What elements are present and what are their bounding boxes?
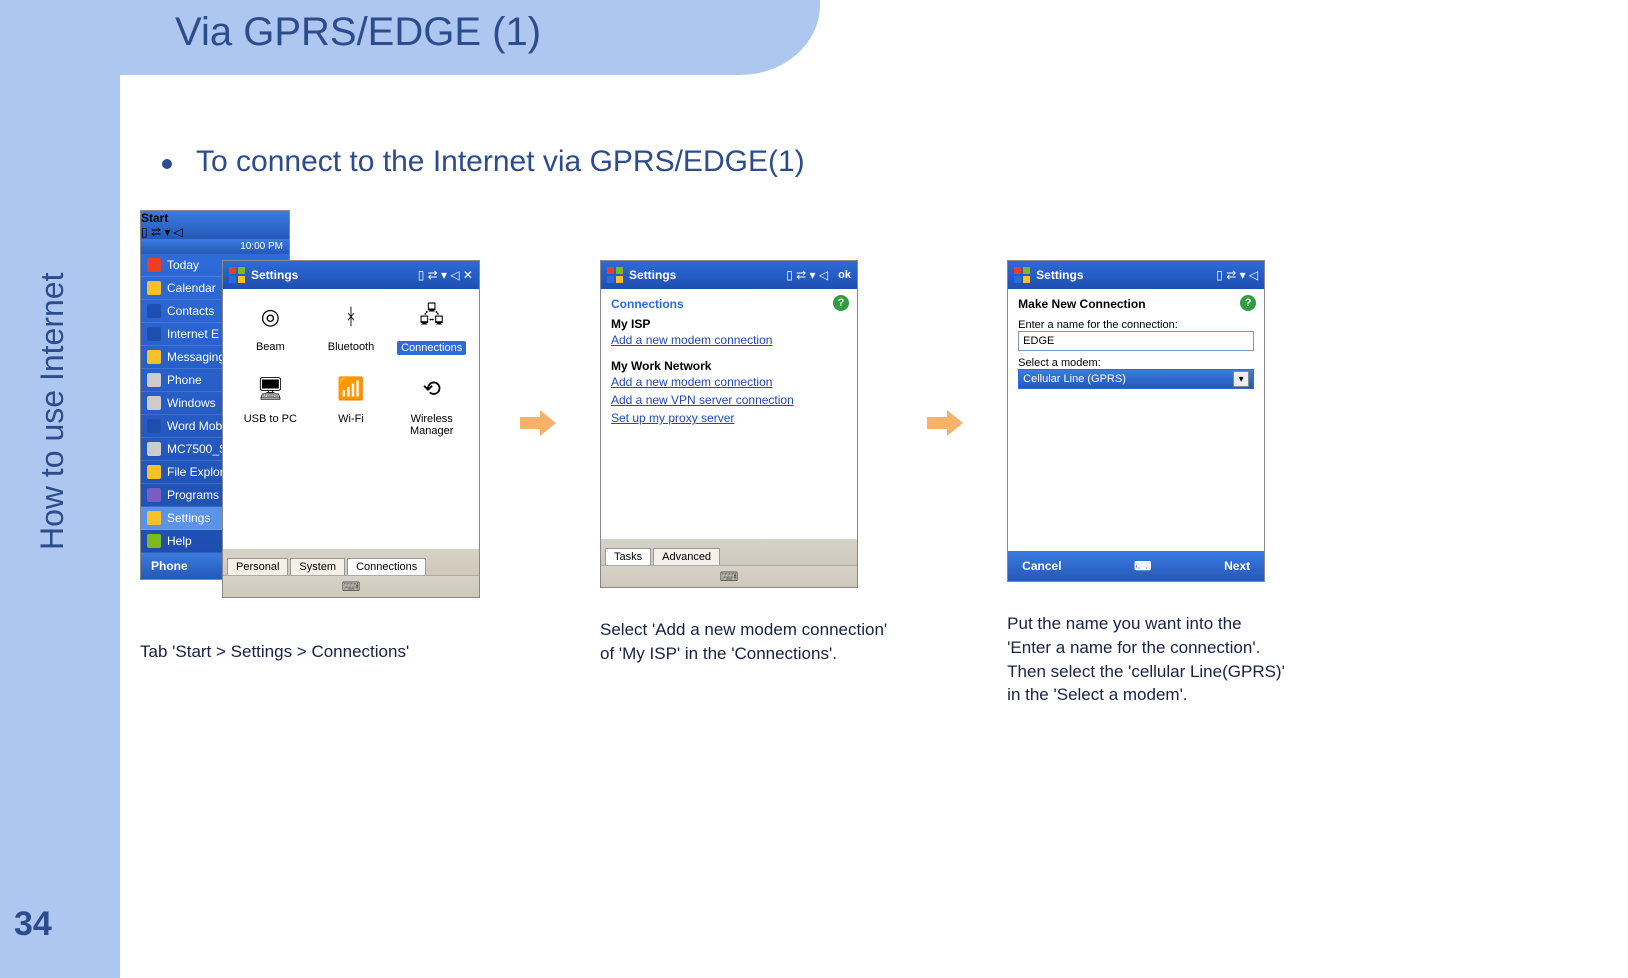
group-my-isp: My ISP (611, 317, 847, 331)
screenshot-new-connection: Settings ▯ ⇄ ▾ ◁ ? Make New Connection E… (1007, 260, 1265, 582)
screenshot-connections: Settings ▯ ⇄ ▾ ◁ ok ? Connections My ISP… (600, 260, 858, 588)
status-icons: ▯ ⇄ ▾ ◁ (786, 268, 828, 282)
status-icons: ▯ ⇄ ▾ ◁ ✕ (418, 268, 473, 282)
caption-3-line4: in the 'Select a modem'. (1007, 683, 1285, 707)
windows-flag-icon (607, 267, 623, 283)
menu-item-label: File Explor (167, 465, 224, 479)
settings-icon-wi-fi[interactable]: 📶 Wi-Fi (314, 369, 389, 437)
menu-item-label: MC7500_S (167, 442, 227, 456)
tab-tasks[interactable]: Tasks (605, 548, 651, 565)
start-title: Start (141, 211, 168, 225)
caption-2-line2: of 'My ISP' in the 'Connections'. (600, 642, 887, 666)
windows-flag-icon (229, 267, 245, 283)
help-icon[interactable]: ? (833, 295, 849, 311)
page-number: 34 (14, 905, 52, 944)
caption-3-line2: 'Enter a name for the connection'. (1007, 636, 1285, 660)
menu-item-icon (147, 281, 161, 295)
menu-item-icon (147, 488, 161, 502)
caption-2-line1: Select 'Add a new modem connection' (600, 618, 887, 642)
page-title: Via GPRS/EDGE (1) (175, 10, 541, 55)
bullet-text: To connect to the Internet via GPRS/EDGE… (196, 145, 805, 179)
app-icon: ◎ (250, 297, 290, 337)
menu-item-label: Internet E (167, 327, 219, 341)
chevron-down-icon: ▾ (1233, 371, 1249, 387)
menu-item-icon (147, 373, 161, 387)
side-title: How to use Internet (34, 273, 71, 550)
app-icon: ᚼ (331, 297, 371, 337)
bullet-dot (162, 159, 172, 169)
link-add-modem-isp[interactable]: Add a new modem connection (611, 331, 847, 349)
menu-item-label: Windows (167, 396, 216, 410)
clock: 10:00 PM (141, 239, 289, 254)
menu-item-icon (147, 419, 161, 433)
status-icons: ▯ ⇄ ▾ ◁ (141, 225, 289, 239)
windows-flag-icon (1014, 267, 1030, 283)
menu-item-icon (147, 396, 161, 410)
menu-item-label: Phone (167, 373, 202, 387)
settings-icon-usb-to-pc[interactable]: 🖥 USB to PC (233, 369, 308, 437)
window-title: Settings (1036, 268, 1083, 282)
menu-item-icon (147, 350, 161, 364)
keyboard-icon[interactable]: ⌨ (342, 579, 361, 595)
menu-item-icon (147, 258, 161, 272)
menu-item-label: Contacts (167, 304, 214, 318)
menu-item-icon (147, 442, 161, 456)
menu-item-label: Calendar (167, 281, 216, 295)
section-title: Make New Connection (1018, 297, 1254, 311)
app-icon: ⟲ (412, 369, 452, 409)
app-label: Wi-Fi (338, 413, 364, 425)
menu-item-label: Programs (167, 488, 219, 502)
app-icon: 📶 (331, 369, 371, 409)
ok-button[interactable]: ok (838, 269, 851, 281)
section-title: Connections (611, 297, 847, 311)
menu-item-icon (147, 534, 161, 548)
tab-connections[interactable]: Connections (347, 558, 426, 575)
link-work[interactable]: Set up my proxy server (611, 409, 847, 427)
caption-3-line1: Put the name you want into the (1007, 612, 1285, 636)
link-work[interactable]: Add a new modem connection (611, 373, 847, 391)
app-label: Wireless Manager (394, 413, 469, 437)
tab-system[interactable]: System (290, 558, 345, 575)
menu-item-icon (147, 327, 161, 341)
connection-name-input[interactable] (1018, 331, 1254, 351)
menu-item-label: Today (167, 258, 199, 272)
label-select-modem: Select a modem: (1018, 357, 1254, 369)
tab-advanced[interactable]: Advanced (653, 548, 720, 565)
cancel-button[interactable]: Cancel (1022, 559, 1061, 573)
label-connection-name: Enter a name for the connection: (1018, 319, 1254, 331)
status-icons: ▯ ⇄ ▾ ◁ (1216, 268, 1258, 282)
arrow-right-icon (520, 410, 560, 436)
window-title: Settings (251, 268, 298, 282)
app-label: Connections (397, 341, 466, 355)
tab-personal[interactable]: Personal (227, 558, 288, 575)
link-work[interactable]: Add a new VPN server connection (611, 391, 847, 409)
keyboard-icon[interactable]: ⌨ (720, 569, 739, 585)
menu-item-label: Settings (167, 511, 210, 525)
menu-item-label: Messaging (167, 350, 225, 364)
modem-select[interactable]: Cellular Line (GPRS) ▾ (1018, 369, 1254, 389)
window-title: Settings (629, 268, 676, 282)
settings-icon-bluetooth[interactable]: ᚼ Bluetooth (314, 297, 389, 355)
menu-item-icon (147, 304, 161, 318)
app-icon: 🖧 (412, 297, 452, 337)
group-my-work: My Work Network (611, 359, 847, 373)
app-label: Bluetooth (328, 341, 374, 353)
app-icon: 🖥 (250, 369, 290, 409)
settings-icon-wireless-manager[interactable]: ⟲ Wireless Manager (394, 369, 469, 437)
caption-1: Tab 'Start > Settings > Connections' (140, 640, 480, 664)
menu-item-icon (147, 465, 161, 479)
menu-item-icon (147, 511, 161, 525)
settings-icon-beam[interactable]: ◎ Beam (233, 297, 308, 355)
caption-3-line3: Then select the 'cellular Line(GPRS)' (1007, 660, 1285, 684)
menu-item-label: Word Mob (167, 419, 222, 433)
app-label: Beam (256, 341, 285, 353)
settings-icon-connections[interactable]: 🖧 Connections (394, 297, 469, 355)
menu-item-label: Help (167, 534, 192, 548)
app-label: USB to PC (244, 413, 297, 425)
screenshot-start-settings: Start ▯ ⇄ ▾ ◁ 10:00 PM Today Calendar Cont… (140, 210, 480, 610)
keyboard-icon[interactable]: ⌨ (1134, 559, 1151, 573)
arrow-right-icon (927, 410, 967, 436)
modem-select-value: Cellular Line (GPRS) (1023, 373, 1126, 385)
next-button[interactable]: Next (1224, 559, 1250, 573)
